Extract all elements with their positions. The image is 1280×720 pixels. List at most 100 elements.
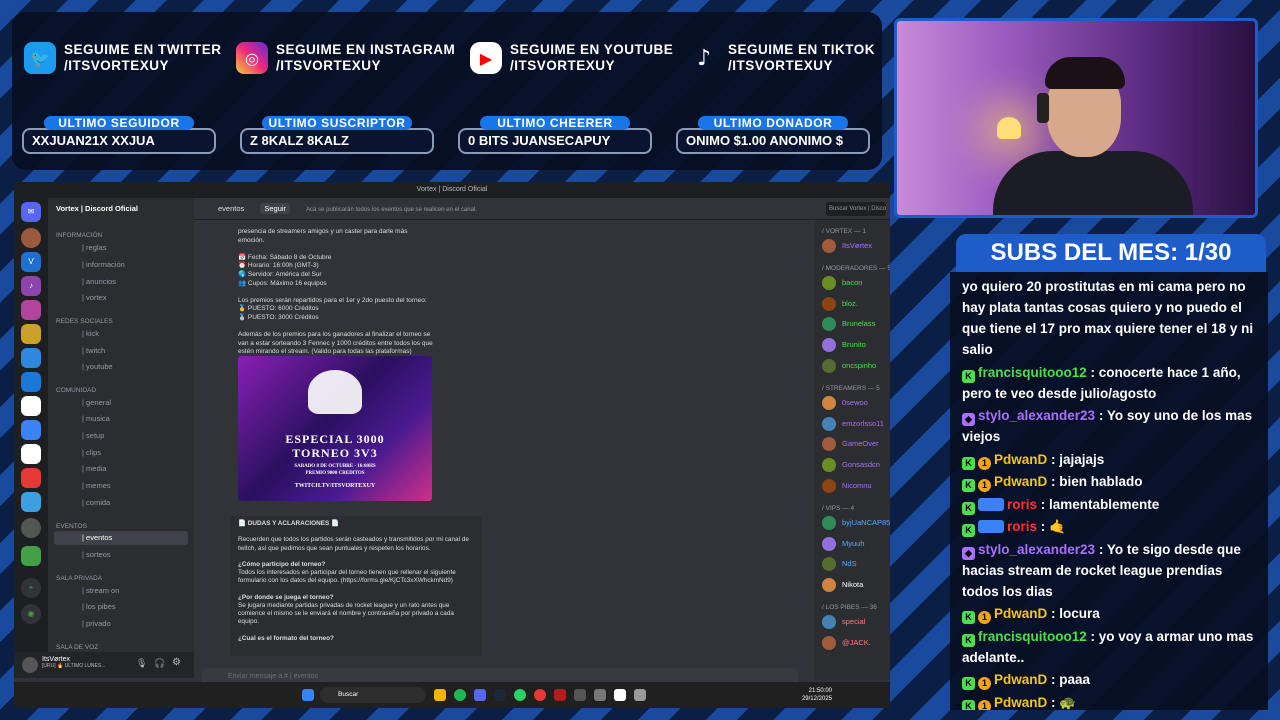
member-item[interactable]: ItsVørtex [820, 238, 890, 254]
member-name: emzorlsso11 [842, 418, 884, 428]
opera-icon[interactable] [534, 689, 546, 701]
server-icon[interactable]: ♪ [21, 276, 41, 296]
lamp-light [997, 117, 1021, 139]
discord-icon[interactable] [474, 689, 486, 701]
member-item[interactable]: Myuuh [820, 536, 890, 552]
chat-username[interactable]: francisquitooo12 [978, 365, 1087, 380]
server-icon[interactable] [21, 546, 41, 566]
search-input[interactable]: Buscar Vortex | Disco [826, 202, 886, 216]
poster-line3: SABADO 8 DE OCTUBRE - 16:00HS [294, 464, 376, 469]
member-item[interactable]: GameOver [820, 436, 890, 452]
app-icon[interactable] [554, 689, 566, 701]
category-label[interactable]: COMUNIDAD [56, 387, 96, 394]
discord-home-icon[interactable]: ✉ [21, 202, 41, 222]
channel-item[interactable]: | los pibes [54, 600, 188, 614]
channel-item[interactable]: | comida [54, 496, 188, 510]
category-label[interactable]: SALA PRIVADA [56, 575, 102, 582]
channel-item[interactable]: | privado [54, 617, 188, 631]
member-item[interactable]: special [820, 614, 890, 630]
member-item[interactable]: Gonsasdcn [820, 457, 890, 473]
channel-item[interactable]: | reglas [54, 241, 188, 255]
app-icon[interactable] [594, 689, 606, 701]
server-icon[interactable] [21, 228, 41, 248]
category-label[interactable]: Información [56, 232, 102, 239]
add-server-icon[interactable]: + [21, 578, 41, 598]
chat-username[interactable]: roris [1007, 497, 1037, 512]
explore-icon[interactable]: ◉ [21, 604, 41, 624]
member-item[interactable]: byjUaNCAP85 [820, 515, 890, 531]
member-item[interactable]: Brunito [820, 337, 890, 353]
webcam-feed [894, 18, 1258, 218]
chat-badge-icon: 1 [978, 699, 991, 710]
avatar[interactable] [22, 657, 38, 673]
microphone-icon[interactable]: 🎙 [136, 658, 147, 669]
member-item[interactable]: bacon [820, 275, 890, 291]
channel-item[interactable]: | anuncios [54, 275, 188, 289]
channel-item[interactable]: | kick [54, 327, 188, 341]
server-icon[interactable] [21, 324, 41, 344]
file-explorer-icon[interactable] [434, 689, 446, 701]
chat-username[interactable]: PdwanD [994, 695, 1047, 710]
chat-username[interactable]: PdwanD [994, 474, 1047, 489]
chat-username[interactable]: PdwanD [994, 606, 1047, 621]
channel-topic: Acá se publicarán todos los eventos que … [306, 207, 477, 213]
server-icon[interactable] [21, 372, 41, 392]
whatsapp-icon[interactable] [514, 689, 526, 701]
channel-item[interactable]: | general [54, 396, 188, 410]
category-label[interactable]: REDES SOCIALES [56, 318, 113, 325]
channel-item[interactable]: | sorteos [54, 548, 188, 562]
channel-item[interactable]: | stream on [54, 584, 188, 598]
headphones-icon[interactable]: 🎧 [154, 658, 165, 669]
chat-username[interactable]: francisquitooo12 [978, 629, 1087, 644]
server-icon[interactable] [21, 300, 41, 320]
member-item[interactable]: Brunelass [820, 316, 890, 332]
category-label[interactable]: SALA DE VOZ [56, 644, 98, 651]
chat-username[interactable]: stylo_alexander23 [978, 542, 1095, 557]
tournament-poster[interactable]: ESPECIAL 3000 TORNEO 3V3 SABADO 8 DE OCT… [238, 356, 432, 501]
channel-item[interactable]: | twitch [54, 344, 188, 358]
app-icon[interactable] [614, 689, 626, 701]
app-icon[interactable] [634, 689, 646, 701]
member-item[interactable]: Nikota [820, 577, 890, 593]
app-icon[interactable] [574, 689, 586, 701]
steam-icon[interactable] [494, 689, 506, 701]
member-item[interactable]: bloz. [820, 296, 890, 312]
gear-icon[interactable]: ⚙ [172, 657, 181, 668]
channel-item-selected[interactable]: | eventos [54, 531, 188, 545]
server-icon[interactable] [21, 444, 41, 464]
server-icon[interactable] [21, 396, 41, 416]
chat-username[interactable]: roris [1007, 519, 1037, 534]
server-icon[interactable] [21, 420, 41, 440]
member-item[interactable]: @JACK. [820, 635, 890, 651]
category-label[interactable]: EVENTOS [56, 523, 87, 530]
channel-item[interactable]: | musica [54, 412, 188, 426]
server-name[interactable]: Vortex | Discord Oficial [56, 204, 138, 213]
follow-button[interactable]: Seguir [260, 203, 291, 214]
taskbar-search-input[interactable]: Buscar [320, 687, 426, 703]
member-item[interactable]: oncspinho [820, 358, 890, 374]
chat-username[interactable]: PdwanD [994, 672, 1047, 687]
user-panel[interactable]: ItsVørtex [URU] 🔥 ULTIMO LUNES... 🎙 🎧 ⚙ [14, 652, 194, 678]
member-item[interactable]: emzorlsso11 [820, 416, 890, 432]
server-icon[interactable] [21, 518, 41, 538]
channel-item[interactable]: | youtube [54, 360, 188, 374]
channel-item[interactable]: | setup [54, 429, 188, 443]
member-item[interactable]: Nicomnu [820, 478, 890, 494]
chat-username[interactable]: stylo_alexander23 [978, 408, 1095, 423]
server-icon[interactable] [21, 492, 41, 512]
channel-item[interactable]: | memes [54, 479, 188, 493]
spotify-icon[interactable] [454, 689, 466, 701]
chat-message: K 1 PdwanD : bien hablado [962, 471, 1260, 492]
channel-item[interactable]: | media [54, 462, 188, 476]
channel-item[interactable]: | vortex [54, 291, 188, 305]
channel-item[interactable]: | información [54, 258, 188, 272]
channel-item[interactable]: | clips [54, 446, 188, 460]
server-icon[interactable]: V [21, 252, 41, 272]
member-item[interactable]: NdS [820, 556, 890, 572]
server-icon[interactable] [21, 468, 41, 488]
poster-line2: TORNEO 3V3 [292, 446, 378, 460]
windows-start-icon[interactable] [302, 689, 314, 701]
server-icon[interactable] [21, 348, 41, 368]
member-item[interactable]: 0sewoo [820, 395, 890, 411]
chat-username[interactable]: PdwanD [994, 452, 1047, 467]
